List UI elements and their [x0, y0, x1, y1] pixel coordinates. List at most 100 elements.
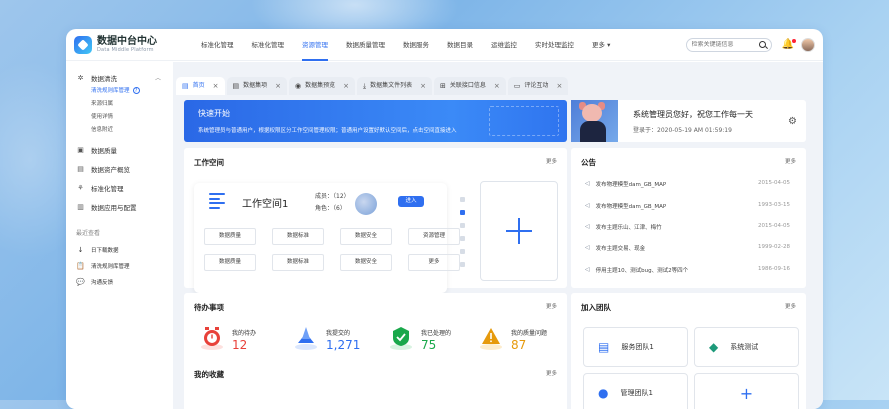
tab-home[interactable]: ▤ 首页 × [176, 77, 225, 95]
workspace-btn-security-2[interactable]: 数据安全 [340, 254, 392, 271]
workspace-more-link[interactable]: 更多 [546, 157, 557, 165]
notice-card: 公告 更多 ◁ 发布物理模型dam_GB_MAP 2015-04-05 ◁ 发布物理模… [571, 148, 806, 288]
nav-item-resource[interactable]: 资源管理 [293, 29, 337, 61]
team-name: 系统测试 [730, 343, 759, 351]
nav-item-service[interactable]: 数据服务 [394, 29, 438, 61]
close-icon[interactable]: × [420, 77, 426, 95]
carousel-dot[interactable] [460, 197, 465, 202]
tab-api-info[interactable]: ⊞ 关联接口信息 × [434, 77, 506, 95]
teams-more-link[interactable]: 更多 [785, 302, 796, 310]
todo-item-processed[interactable]: 我已处理的 75 [389, 325, 451, 352]
chevron-up-icon: ︿ [154, 75, 161, 82]
workspace-btn-standard[interactable]: 数据标准 [272, 228, 324, 245]
sidebar-sub-usage[interactable]: 使用详情 [66, 111, 173, 124]
warning-icon [480, 328, 502, 350]
notice-item[interactable]: ◁ 发布物理模型dam_GB_MAP 1993-03-15 [585, 202, 790, 210]
close-icon[interactable]: × [556, 77, 562, 95]
notice-item[interactable]: ◁ 发布主题交易、现金 1999-02-28 [585, 244, 790, 252]
workspace-members: 成员：（12） [315, 193, 350, 200]
tab-dataset-items[interactable]: ▤ 数据集项 × [226, 77, 288, 95]
search-icon[interactable] [758, 41, 766, 48]
add-team-button[interactable]: + [694, 373, 799, 409]
todo-more-link[interactable]: 更多 [546, 302, 557, 310]
close-icon[interactable]: × [213, 77, 219, 95]
help-icon[interactable]: ? [132, 87, 140, 94]
recent-title: 最近查看 [76, 230, 101, 237]
check-shield-icon [390, 327, 412, 350]
user-greeting: 系统管理员您好，祝您工作每一天 [633, 109, 753, 119]
todo-item-submitted[interactable]: 我提交的 1,271 [294, 325, 360, 352]
send-icon: ◁ [585, 180, 590, 187]
favorites-more-link[interactable]: 更多 [546, 369, 557, 377]
user-icon: ● [598, 386, 609, 400]
download-icon: ↓ [77, 246, 84, 254]
nav-item-ops[interactable]: 运维监控 [482, 29, 526, 61]
carousel-dot[interactable] [460, 223, 465, 228]
sidebar-group-config[interactable]: ▥ 数据应用与配置 [66, 199, 173, 214]
carousel-dot[interactable] [460, 249, 465, 254]
search-input[interactable] [691, 41, 756, 48]
workspace-btn-resource[interactable]: 资源管理 [408, 228, 460, 245]
todo-label: 我的待办 [232, 330, 257, 337]
gear-icon[interactable]: ⚙ [788, 116, 797, 127]
workspace-btn-quality[interactable]: 数据质量 [204, 228, 256, 245]
app-logo[interactable]: 数据中台中心 Data Middle Platform [74, 35, 192, 54]
notice-item[interactable]: ◁ 发布物理模型dam_GB_MAP 2015-04-05 [585, 180, 790, 188]
recent-item-label: 日下载数据 [91, 248, 119, 254]
workspace-btn-standard-2[interactable]: 数据标准 [272, 254, 324, 271]
feedback-icon: 💬 [76, 278, 85, 286]
sidebar-group-quality[interactable]: ▣ 数据质量 [66, 142, 173, 157]
add-workspace-button[interactable] [480, 181, 558, 281]
team-item[interactable]: ▤ 服务团队1 [583, 327, 688, 367]
nav-item-realtime[interactable]: 实时处理监控 [526, 29, 583, 61]
sidebar-group-label: 数据质量 [91, 146, 117, 155]
workspace-btn-security[interactable]: 数据安全 [340, 228, 392, 245]
close-icon[interactable]: × [275, 77, 281, 95]
send-icon: ◁ [585, 223, 590, 230]
recent-item-feedback[interactable]: 💬 沟通反馈 [66, 274, 173, 290]
sidebar-sub-nearby[interactable]: 信息附近 [66, 124, 173, 137]
tab-comments[interactable]: ▭ 评论互动 × [507, 77, 569, 95]
workspace-btn-quality-2[interactable]: 数据质量 [204, 254, 256, 271]
search-box[interactable] [685, 37, 772, 52]
sidebar-group-cleaning[interactable]: ✲ 数据清洗 ︿ [66, 70, 173, 85]
carousel-dot[interactable] [460, 262, 465, 267]
tab-dataset-preview[interactable]: ◉ 数据集预览 × [289, 77, 356, 95]
todo-item-quality[interactable]: 我的质量问题 87 [479, 325, 547, 352]
notice-item[interactable]: ◁ 停用主题10、测试bug、测试2等四个 1986-09-16 [585, 266, 790, 274]
carousel-dot[interactable] [460, 236, 465, 241]
nav-item-quality[interactable]: 数据质量管理 [337, 29, 394, 61]
close-icon[interactable]: × [494, 77, 500, 95]
nav-item-catalog[interactable]: 数据目录 [438, 29, 482, 61]
workspace-item[interactable]: 工作空间1 成员：（12） 角色：（6） 进入 数据质量 数据标准 数据安全 资源… [194, 183, 460, 293]
top-bar: 数据中台中心 Data Middle Platform 标准化管理 标准化管理 … [66, 29, 823, 61]
notice-item[interactable]: ◁ 发布主题乐山、江津、梅竹 2015-04-05 [585, 223, 790, 231]
sidebar-sub-rule-library[interactable]: 清洗规则库管理? [66, 85, 173, 98]
download-icon: ⤓ [363, 82, 367, 90]
quality-icon: ▣ [77, 145, 84, 154]
carousel-dot-active[interactable] [460, 210, 465, 215]
notification-bell-icon[interactable]: 🔔 [782, 39, 796, 50]
team-item[interactable]: ◆ 系统测试 [694, 327, 799, 367]
standard-icon: ⚘ [77, 183, 84, 192]
notice-more-link[interactable]: 更多 [785, 157, 796, 165]
todo-item-pending[interactable]: 我的待办 12 [200, 325, 256, 352]
recent-item-rules[interactable]: 📋 清洗规则库管理 [66, 258, 173, 274]
team-name: 管理团队1 [620, 389, 653, 397]
enter-button[interactable]: 进入 [398, 196, 424, 207]
nav-item-more[interactable]: 更多 ▾ [583, 29, 619, 61]
tab-label: 关联接口信息 [449, 82, 486, 89]
tab-dataset-files[interactable]: ⤓ 数据集文件列表 × [357, 77, 433, 95]
sidebar-group-standard[interactable]: ⚘ 标准化管理 [66, 180, 173, 195]
user-illustration [571, 100, 618, 142]
team-item[interactable]: ● 管理团队1 [583, 373, 688, 409]
recent-item-download[interactable]: ↓ 日下载数据 [66, 242, 173, 258]
sidebar-sub-source[interactable]: 来源归属 [66, 98, 173, 111]
user-avatar[interactable] [801, 37, 815, 52]
nav-item-standard[interactable]: 标准化管理 [192, 29, 243, 61]
nav-item-standard-2[interactable]: 标准化管理 [243, 29, 294, 61]
sidebar-group-asset[interactable]: ▤ 数据资产概览 [66, 161, 173, 176]
quick-start-banner[interactable]: 快速开始 系统管理员与普通用户，根据权限区分工作空间管理权限；普通用户设置好默认… [184, 100, 567, 142]
close-icon[interactable]: × [343, 77, 349, 95]
workspace-btn-more[interactable]: 更多 [408, 254, 460, 271]
